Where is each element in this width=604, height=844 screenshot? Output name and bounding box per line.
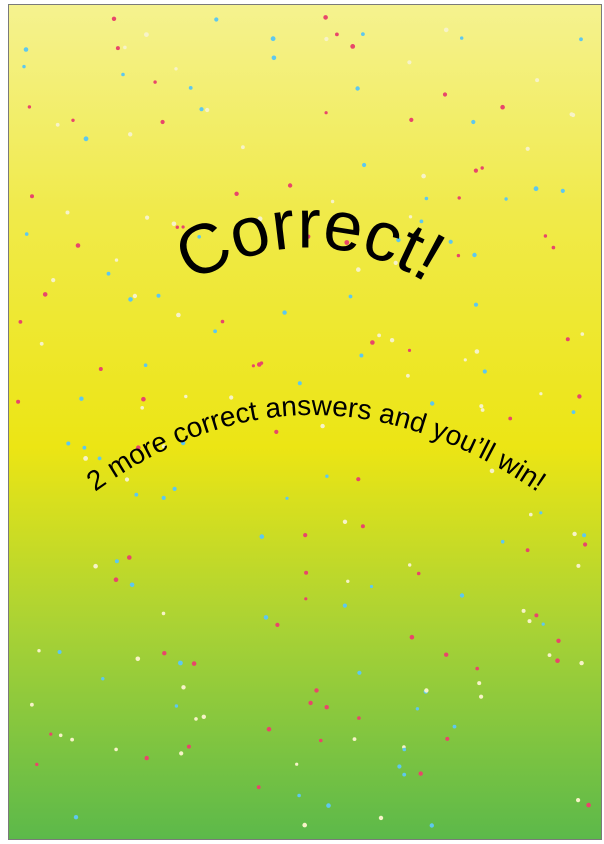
remaining-answers-message: 2 more correct answers and you’ll win! — [81, 390, 552, 497]
correct-title: Correct! — [163, 184, 457, 295]
message-layer: Correct! 2 more correct answers and you’… — [81, 184, 552, 497]
celebration-screen: Correct! 2 more correct answers and you’… — [8, 4, 602, 840]
